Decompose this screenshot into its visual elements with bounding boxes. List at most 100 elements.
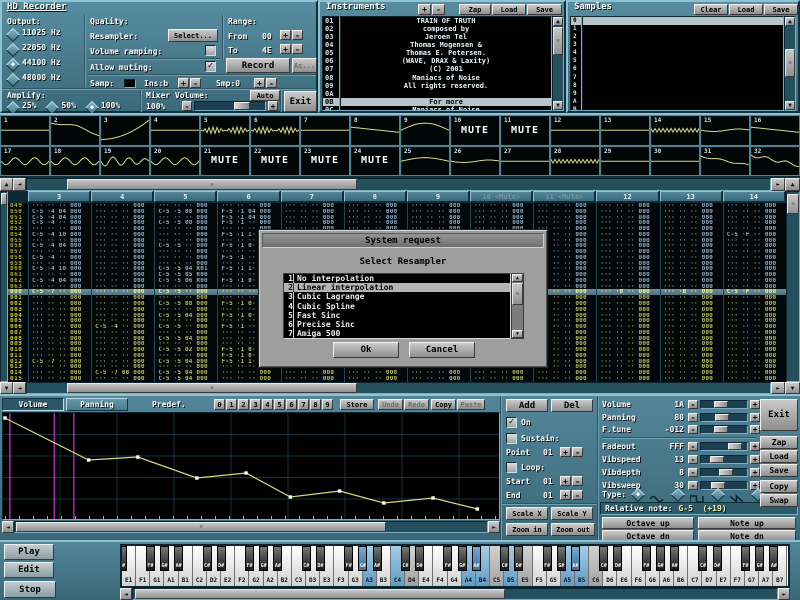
sample-item[interactable] xyxy=(583,49,783,57)
scope-channel[interactable]: 26 xyxy=(450,146,500,177)
scrollbar-thumb[interactable]: ≡ xyxy=(787,194,799,214)
right-arrow-icon[interactable]: ► xyxy=(488,521,500,533)
output-rate-option[interactable]: 22050 Hz xyxy=(7,43,61,58)
smp-plus-button[interactable]: + xyxy=(254,78,265,88)
sample-item[interactable] xyxy=(583,65,783,73)
sample-item[interactable] xyxy=(583,74,783,82)
sample-item[interactable] xyxy=(583,57,783,65)
vibrato-type-option[interactable] xyxy=(672,488,704,500)
predef-digit-button[interactable]: 0 xyxy=(214,399,225,410)
instrument-item[interactable]: TRAIN OF TRUTH xyxy=(341,17,551,25)
samp-box[interactable] xyxy=(124,79,136,88)
predef-digit-button[interactable]: 9 xyxy=(322,399,333,410)
scrollbar-thumb[interactable]: ≡ xyxy=(67,383,357,393)
range-from-plus-button[interactable]: + xyxy=(280,30,291,40)
scope-channel[interactable]: 22MUTE xyxy=(250,146,300,177)
scope-channel[interactable]: 20 xyxy=(150,146,200,177)
slider-thumb[interactable] xyxy=(714,401,728,408)
instrument-item[interactable]: (WAVE, DRAX & Laxity) xyxy=(341,57,551,65)
sample-item[interactable] xyxy=(583,41,783,49)
pattern-channel-header[interactable]: 4 xyxy=(91,191,153,202)
pattern-channel-header[interactable]: 10 <Mute> xyxy=(470,191,532,202)
predef-digit-button[interactable]: 2 xyxy=(238,399,249,410)
piano-key-C#5[interactable]: C# xyxy=(500,546,509,571)
amplify-option[interactable]: 25% xyxy=(7,101,36,113)
piano-key-C#4[interactable]: C# xyxy=(401,546,410,571)
pattern-cell[interactable]: ··· ·· ·· 000 xyxy=(281,376,344,382)
envelope-canvas[interactable] xyxy=(2,412,500,520)
instrument-item[interactable]: composed by xyxy=(341,25,551,33)
piano-key-D#3[interactable]: D# xyxy=(316,546,325,571)
scope-channel[interactable]: 12 xyxy=(550,115,600,146)
scope-channel[interactable]: 6 xyxy=(250,115,300,146)
pattern-cell[interactable]: C-5 ·5 04 000 xyxy=(154,376,217,382)
sample-item[interactable] xyxy=(583,106,783,111)
piano-key-F#1[interactable]: F# xyxy=(146,546,155,571)
slider-plus-button[interactable]: + xyxy=(750,425,760,434)
allow-muting-checkbox[interactable]: ✓ xyxy=(205,61,216,72)
slider-minus-button[interactable]: - xyxy=(688,413,698,422)
piano-key-G#5[interactable]: G# xyxy=(557,546,566,571)
pattern-v-scrollbar[interactable]: ≡ xyxy=(786,191,800,382)
resampler-list[interactable]: 1No interpolation2Linear interpolation3C… xyxy=(283,273,511,339)
mixer-minus-button[interactable]: - xyxy=(182,101,192,111)
scope-channel[interactable]: 11MUTE xyxy=(500,115,550,146)
envelope-scrollbar[interactable]: ≡ xyxy=(14,521,488,533)
pattern-cell[interactable]: ··· ·· ·· 000 xyxy=(28,376,91,382)
scope-channel[interactable]: 24MUTE xyxy=(350,146,400,177)
slider-track[interactable] xyxy=(700,400,748,409)
ins-minus-button[interactable]: - xyxy=(190,78,201,88)
down-arrow-icon[interactable]: ▼ xyxy=(512,330,523,338)
piano-key-G#4[interactable]: G# xyxy=(458,546,467,571)
scope-channel[interactable]: 23MUTE xyxy=(300,146,350,177)
tab-volume[interactable]: Volume xyxy=(2,398,64,411)
piano-key-D#2[interactable]: D# xyxy=(217,546,226,571)
piano-key-G#3[interactable]: G# xyxy=(358,546,367,571)
instrument-item[interactable]: All rights reserved. xyxy=(341,82,551,90)
pattern-cell[interactable]: ··· ·· ·· 000 xyxy=(533,376,596,382)
scope-channel[interactable]: 3 xyxy=(100,115,150,146)
scope-channel[interactable]: 18 xyxy=(50,146,100,177)
env-paste-button[interactable]: Paste xyxy=(457,399,485,410)
right-arrow-icon[interactable]: ► xyxy=(778,588,790,600)
piano-key-A#3[interactable]: A# xyxy=(373,546,382,571)
stop-button[interactable]: Stop xyxy=(4,581,56,598)
redo-button[interactable]: Redo xyxy=(404,399,429,410)
edit-button[interactable]: Edit xyxy=(4,562,54,578)
resampler-option[interactable]: 3Cubic Lagrange xyxy=(284,292,510,301)
output-rate-option[interactable]: 44100 Hz xyxy=(7,58,61,73)
scope-channel[interactable]: 4 xyxy=(150,115,200,146)
samples-clear-button[interactable]: Clear xyxy=(694,4,728,15)
scope-channel[interactable]: 2 xyxy=(50,115,100,146)
piano-key-A#1[interactable]: A# xyxy=(174,546,183,571)
pattern-channel-header[interactable]: 7 xyxy=(281,191,343,202)
instrument-item[interactable]: For more xyxy=(341,98,551,106)
instrument-item[interactable]: (C) 2001 xyxy=(341,65,551,73)
scope-channel[interactable]: 9 xyxy=(400,115,450,146)
scrollbar-thumb[interactable]: ≡ xyxy=(553,27,563,55)
piano-key-C#3[interactable]: C# xyxy=(302,546,311,571)
sample-item[interactable] xyxy=(583,33,783,41)
predef-digit-button[interactable]: 5 xyxy=(274,399,285,410)
up-arrow-icon[interactable]: ▲ xyxy=(785,17,795,26)
slider-plus-button[interactable]: + xyxy=(750,413,760,422)
piano-key-F#4[interactable]: F# xyxy=(443,546,452,571)
samples-load-button[interactable]: Load xyxy=(729,4,763,15)
mixer-volume-slider[interactable] xyxy=(194,101,266,111)
sample-item[interactable] xyxy=(583,90,783,98)
slider-minus-button[interactable]: - xyxy=(688,455,698,464)
vibrato-type-option[interactable] xyxy=(632,488,664,500)
mixer-plus-button[interactable]: + xyxy=(268,101,278,111)
instrument-item[interactable]: Thomas Mogensen & xyxy=(341,41,551,49)
left-arrow-icon[interactable]: ◄ xyxy=(13,178,26,191)
scope-channel[interactable]: 32 xyxy=(750,146,800,177)
instrument-zap-button[interactable]: Zap xyxy=(760,436,798,449)
piano-key-C#2[interactable]: C# xyxy=(203,546,212,571)
up-arrow-icon[interactable]: ▲ xyxy=(553,17,563,26)
scope-channel[interactable]: 25 xyxy=(400,146,450,177)
instrument-list[interactable]: TRAIN OF TRUTHcomposed byJeroen TelThoma… xyxy=(340,16,552,111)
envelope-on-checkbox[interactable]: ✓ xyxy=(506,417,517,428)
resampler-option[interactable]: 5Fast Sinc xyxy=(284,311,510,320)
scope-channel[interactable]: 1 xyxy=(0,115,50,146)
pattern-channel-header[interactable]: 12 xyxy=(596,191,658,202)
